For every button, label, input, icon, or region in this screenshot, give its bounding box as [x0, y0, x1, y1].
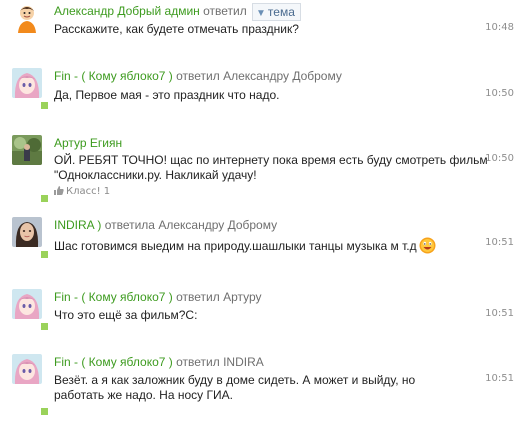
online-indicator	[40, 322, 49, 331]
topic-button[interactable]: ▼ тема	[252, 3, 301, 21]
message-feed: Александр Добрый админ ответил ▼ тема Рас…	[0, 0, 531, 439]
anime-avatar-icon[interactable]	[12, 68, 42, 98]
anime-avatar-icon[interactable]	[12, 289, 42, 319]
author-link[interactable]: Fin - ( Кому яблоко7 )	[54, 69, 173, 83]
message-header: Fin - ( Кому яблоко7 ) ответил Артуру	[54, 290, 262, 305]
online-indicator	[40, 101, 49, 110]
anime-avatar-icon[interactable]	[12, 354, 42, 384]
message-item: Fin - ( Кому яблоко7 ) ответил Артуру Чт…	[0, 289, 531, 331]
message-text: Шас готовимся выедим на природу.шашлыки …	[54, 237, 464, 254]
message-header: INDIRA ) ответила Александру Доброму	[54, 218, 277, 233]
online-indicator	[40, 407, 49, 416]
reply-target-link[interactable]: Артуру	[223, 290, 261, 304]
message-time: 10:51	[485, 373, 514, 384]
message-item: Артур Егиян ОЙ. РЕБЯТ ТОЧНО! щас по инте…	[0, 135, 531, 203]
reply-label: ответила	[104, 218, 155, 232]
message-text-content: Шас готовимся выедим на природу.шашлыки …	[54, 239, 417, 253]
reply-label: ответил	[176, 69, 220, 83]
reply-label: ответил	[176, 290, 220, 304]
like-counter-label: Класс! 1	[66, 186, 111, 197]
smiley-icon	[419, 237, 436, 254]
triangle-down-icon: ▼	[256, 8, 266, 19]
message-text: ОЙ. РЕБЯТ ТОЧНО! щас по интернету пока в…	[54, 153, 488, 182]
message-header: Артур Егиян	[54, 136, 122, 151]
message-time: 10:48	[485, 22, 514, 33]
author-link[interactable]: Fin - ( Кому яблоко7 )	[54, 290, 173, 304]
author-link[interactable]: Александр Добрый админ	[54, 4, 200, 18]
message-text: Что это ещё за фильм?С:	[54, 308, 198, 322]
woman-avatar-icon[interactable]	[12, 217, 42, 247]
reply-target-link[interactable]: Александру Доброму	[158, 218, 277, 232]
message-time: 10:50	[485, 88, 514, 99]
message-item: Fin - ( Кому яблоко7 ) ответил Александр…	[0, 68, 531, 110]
message-text: Везёт. а я как заложник буду в доме сиде…	[54, 373, 416, 402]
online-indicator	[40, 194, 49, 203]
message-item: INDIRA ) ответила Александру Доброму Шас…	[0, 217, 531, 259]
cartoon-avatar-icon[interactable]	[12, 3, 42, 33]
message-time: 10:50	[485, 153, 514, 164]
topic-button-label: тема	[267, 5, 295, 19]
author-link[interactable]: Fin - ( Кому яблоко7 )	[54, 355, 173, 369]
reply-target-link[interactable]: Александру Доброму	[223, 69, 342, 83]
message-time: 10:51	[485, 308, 514, 319]
message-text: Да, Первое мая - это праздник что надо.	[54, 88, 280, 102]
reply-label: ответил	[203, 4, 247, 18]
online-indicator	[40, 250, 49, 259]
message-text: Расскажите, как будете отмечать праздник…	[54, 22, 299, 36]
author-link[interactable]: Артур Егиян	[54, 136, 122, 150]
message-item: Fin - ( Кому яблоко7 ) ответил INDIRA Ве…	[0, 354, 531, 416]
message-header: Fin - ( Кому яблоко7 ) ответил Александр…	[54, 69, 342, 84]
message-header: Fin - ( Кому яблоко7 ) ответил INDIRA	[54, 355, 264, 370]
message-item: Александр Добрый админ ответил ▼ тема Рас…	[0, 3, 531, 43]
message-header: Александр Добрый админ ответил	[54, 4, 247, 19]
reply-label: ответил	[176, 355, 220, 369]
author-link[interactable]: INDIRA )	[54, 218, 101, 232]
photo-avatar-icon[interactable]	[12, 135, 42, 165]
reply-target-link[interactable]: INDIRA	[223, 355, 264, 369]
thumbs-up-icon	[54, 186, 64, 195]
message-time: 10:51	[485, 237, 514, 248]
like-counter[interactable]: Класс! 1	[54, 186, 110, 197]
